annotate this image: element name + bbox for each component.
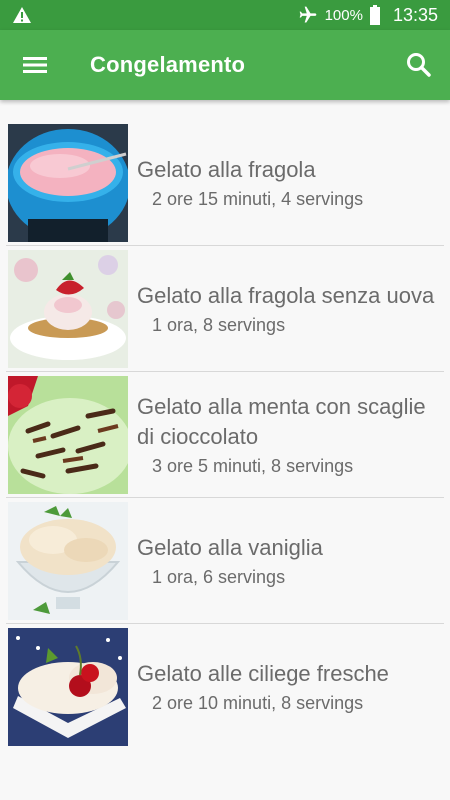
recipe-text: Gelato alla fragola 2 ore 15 minuti, 4 s… xyxy=(137,120,440,245)
strawberry-ice-cream-image xyxy=(8,124,128,242)
recipe-title: Gelato alla vaniglia xyxy=(137,534,323,560)
recipe-item[interactable]: Gelato alla vaniglia 1 ora, 6 servings xyxy=(6,498,444,624)
mint-chocolate-ice-cream-image xyxy=(8,376,128,494)
recipe-text: Gelato alla fragola senza uova 1 ora, 8 … xyxy=(137,246,440,371)
battery-icon xyxy=(369,5,380,25)
recipe-item[interactable]: Gelato alle ciliege fresche 2 ore 10 min… xyxy=(6,624,444,750)
status-indicators: 100% 13:35 xyxy=(297,0,438,30)
recipe-item[interactable]: Gelato alla menta con scaglie di cioccol… xyxy=(6,372,444,498)
recipe-title: Gelato alla fragola xyxy=(137,156,316,182)
recipe-details: 2 ore 15 minuti, 4 servings xyxy=(152,188,364,209)
cherry-ice-cream-image xyxy=(8,628,128,746)
recipe-item[interactable]: Gelato alla fragola 2 ore 15 minuti, 4 s… xyxy=(6,120,444,246)
airplane-icon xyxy=(299,6,316,23)
menu-icon[interactable] xyxy=(20,52,50,78)
recipe-item[interactable]: Gelato alla fragola senza uova 1 ora, 8 … xyxy=(6,246,444,372)
search-icon[interactable] xyxy=(404,50,434,80)
warning-icon xyxy=(13,7,31,23)
recipe-details: 1 ora, 8 servings xyxy=(152,314,286,335)
recipe-text: Gelato alla vaniglia 1 ora, 6 servings xyxy=(137,498,440,623)
recipe-list: Gelato alla fragola 2 ore 15 minuti, 4 s… xyxy=(0,120,450,750)
status-bar: 100% 13:35 xyxy=(0,0,450,30)
page-title: Congelamento xyxy=(90,52,246,77)
recipe-text: Gelato alle ciliege fresche 2 ore 10 min… xyxy=(137,624,440,750)
status-time: 13:35 xyxy=(392,4,438,25)
strawberry-ice-cream-plate-image xyxy=(8,250,128,368)
app-bar: Congelamento xyxy=(0,30,450,100)
recipe-text: Gelato alla menta con scaglie di cioccol… xyxy=(137,372,440,497)
recipe-details: 1 ora, 6 servings xyxy=(152,566,286,587)
recipe-details: 3 ore 5 minuti, 8 servings xyxy=(152,455,354,476)
recipe-title: Gelato alla menta con scaglie di cioccol… xyxy=(137,393,426,449)
recipe-title: Gelato alle ciliege fresche xyxy=(137,661,389,686)
battery-percentage: 100% xyxy=(324,6,363,24)
recipe-details: 2 ore 10 minuti, 8 servings xyxy=(152,693,364,713)
recipe-title: Gelato alla fragola senza uova xyxy=(137,282,435,308)
vanilla-ice-cream-image xyxy=(8,502,128,620)
